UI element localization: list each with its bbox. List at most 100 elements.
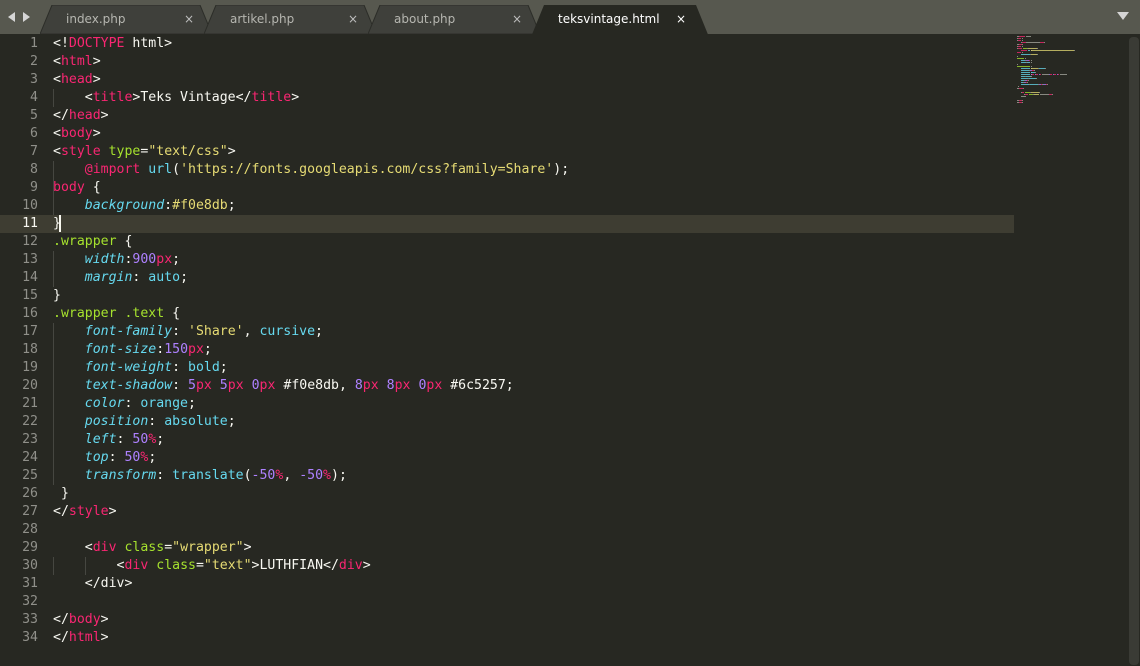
code-token: :	[172, 378, 188, 393]
code-token: style	[60, 144, 101, 159]
minimap-mark	[1030, 62, 1032, 63]
code-token: <	[53, 558, 125, 573]
code-token: width	[84, 252, 125, 267]
code-token: ;	[227, 414, 236, 429]
minimap-mark	[1017, 86, 1019, 87]
code-token: }	[53, 288, 61, 303]
code-line: <div class="text">LUTHFIAN</div>	[53, 557, 371, 575]
minimap-mark	[1046, 84, 1049, 85]
minimap-mark	[1017, 64, 1018, 65]
code-line: <!DOCTYPE html>	[53, 35, 172, 53]
tab-about-php[interactable]: about.php ×	[368, 5, 540, 34]
line-number: 12	[22, 234, 38, 249]
minimap-mark	[1021, 40, 1023, 41]
code-token: absolute	[164, 414, 228, 429]
minimap-mark	[1030, 66, 1032, 67]
code-token: 5	[188, 378, 196, 393]
code-token: ,	[283, 468, 300, 483]
code-line: <body>	[53, 125, 101, 143]
code-token: div	[92, 540, 117, 555]
minimap-mark	[1039, 74, 1042, 75]
code-line: </body>	[53, 611, 109, 629]
code-token: 8	[386, 378, 395, 393]
minimap-mark	[1044, 42, 1045, 43]
minimap-mark	[1020, 74, 1031, 75]
code-token: >	[92, 72, 101, 87]
chevron-down-icon[interactable]	[1117, 12, 1129, 20]
triangle-left-icon[interactable]	[8, 12, 15, 22]
code-line: top: 50%;	[53, 449, 157, 467]
line-number: 8	[30, 162, 38, 177]
close-icon[interactable]: ×	[676, 11, 686, 27]
minimap-mark	[1021, 38, 1023, 39]
close-icon[interactable]: ×	[184, 11, 194, 27]
code-token: :	[172, 324, 188, 339]
minimap-mark	[1021, 92, 1025, 93]
code-token: }	[53, 486, 69, 501]
code-line: body {	[53, 179, 101, 197]
code-token: #6c5257;	[442, 378, 514, 393]
minimap-mark	[1053, 74, 1056, 75]
triangle-right-icon[interactable]	[23, 12, 30, 22]
code-line: </head>	[53, 107, 109, 125]
line-number: 33	[22, 612, 38, 627]
code-token: :	[148, 414, 165, 429]
line-number: 27	[22, 504, 38, 519]
code-token: text-shadow	[84, 378, 173, 393]
minimap[interactable]	[1014, 34, 1124, 104]
code-token: >	[291, 90, 300, 105]
code-token: "text"	[203, 558, 252, 573]
code-token: {	[84, 180, 101, 195]
line-number: 21	[22, 396, 38, 411]
code-line: <title>Teks Vintage</title>	[53, 89, 299, 107]
code-token: auto	[148, 270, 181, 285]
code-line: @import url('https://fonts.googleapis.co…	[53, 161, 569, 179]
code-token: :	[164, 198, 173, 213]
code-token: title	[92, 90, 133, 105]
minimap-mark	[1031, 50, 1074, 51]
minimap-mark	[1020, 70, 1029, 71]
code-token: body	[68, 612, 101, 627]
minimap-mark	[1035, 74, 1038, 75]
code-token: ;	[172, 252, 181, 267]
code-line: font-size:150px;	[53, 341, 212, 359]
code-token: font-size	[84, 342, 157, 357]
line-number: 25	[22, 468, 38, 483]
code-line: background:#f0e8db;	[53, 197, 236, 215]
code-token: >	[92, 126, 101, 141]
minimap-mark	[1022, 100, 1024, 101]
code-token: title	[251, 90, 292, 105]
code-token: >Teks Vintage</	[132, 90, 252, 105]
code-token: style	[68, 504, 109, 519]
code-editor[interactable]: 1 <!DOCTYPE html> 2 <html> 3 <head> 4 <title>T…	[0, 34, 1128, 666]
code-token: -50	[299, 468, 324, 483]
minimap-mark	[1027, 48, 1037, 49]
scrollbar-thumb[interactable]	[1129, 37, 1139, 665]
code-token: 50	[124, 450, 141, 465]
code-token: {	[164, 306, 181, 321]
line-number: 28	[22, 522, 38, 537]
code-token: <	[53, 126, 61, 141]
line-number: 26	[22, 486, 38, 501]
minimap-mark	[1032, 74, 1035, 75]
minimap-mark	[1027, 80, 1029, 81]
tab-index-php[interactable]: index.php ×	[40, 5, 212, 34]
close-icon[interactable]: ×	[348, 11, 358, 27]
minimap-mark	[1038, 92, 1040, 93]
line-number: 19	[22, 360, 38, 375]
code-token: ;	[148, 450, 157, 465]
tab-teksvintage-html[interactable]: teksvintage.html ×	[532, 5, 708, 34]
code-token: px	[259, 378, 276, 393]
minimap-mark	[1020, 54, 1030, 55]
current-line-highlight	[0, 215, 1014, 233]
text-cursor	[59, 215, 61, 232]
code-token: px	[195, 378, 212, 393]
close-icon[interactable]: ×	[512, 11, 522, 27]
tab-artikel-php[interactable]: artikel.php ×	[204, 5, 376, 34]
